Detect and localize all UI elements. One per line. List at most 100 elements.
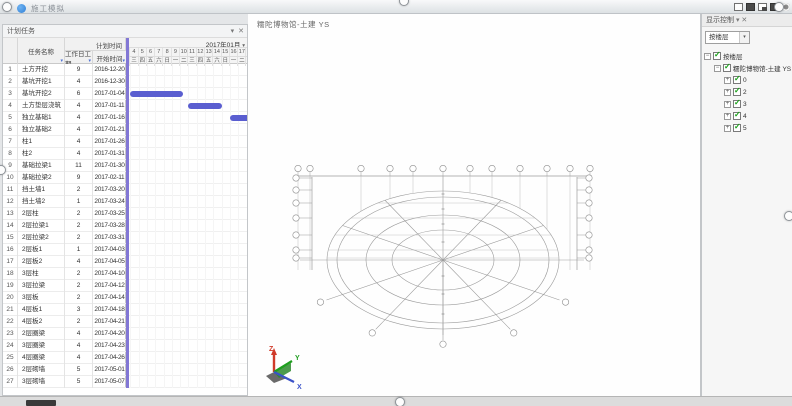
task-row[interactable]: 8柱242017-01-31	[3, 148, 126, 160]
task-start-cell: 2017-03-28	[93, 220, 126, 232]
tree-item-糯陀博物馆-土建 YS[interactable]: −✓糯陀博物馆-土建 YS	[704, 62, 791, 74]
chevron-down-icon[interactable]: ▾	[739, 32, 749, 43]
gantt-row	[126, 184, 247, 196]
task-start-cell: 2017-01-11	[93, 100, 126, 112]
app-logo-icon	[17, 4, 26, 13]
task-row[interactable]: 254层圈梁42017-04-26	[3, 352, 126, 364]
panel-close-icon[interactable]: ✕	[741, 17, 747, 24]
gantt-bar[interactable]	[230, 115, 247, 121]
gantt-row	[126, 304, 247, 316]
task-name-cell: 2层柱	[18, 208, 65, 220]
task-row[interactable]: 273层砌墙52017-05-07	[3, 376, 126, 388]
tree-item-4[interactable]: +✓4	[704, 110, 791, 122]
capture-handle[interactable]	[2, 2, 12, 12]
task-row[interactable]: 224层板222017-04-21	[3, 316, 126, 328]
panel-menu-icon[interactable]: ▾	[736, 17, 740, 24]
task-name-cell: 基础拉梁2	[18, 172, 65, 184]
task-row[interactable]: 183层柱22017-04-10	[3, 268, 126, 280]
task-table-body: 1土方开挖92016-12-202基坑开挖142016-12-303基坑开挖26…	[3, 64, 126, 388]
capture-handle[interactable]	[395, 397, 405, 406]
task-row[interactable]: 2基坑开挖142016-12-30	[3, 76, 126, 88]
gantt-gridline	[230, 64, 231, 388]
gantt-gridline	[197, 64, 198, 388]
gantt-row	[126, 112, 247, 124]
task-start-cell: 2017-04-14	[93, 292, 126, 304]
duration-header[interactable]: 工作日工期 ▾	[65, 51, 93, 64]
task-row[interactable]: 142层拉梁122017-03-28	[3, 220, 126, 232]
task-row[interactable]: 4土方垫层浇筑42017-01-11	[3, 100, 126, 112]
expand-icon[interactable]: +	[724, 77, 731, 84]
task-name-header[interactable]: 任务名称 ▾	[18, 38, 65, 64]
gantt-bar[interactable]	[188, 103, 221, 109]
expand-icon[interactable]: +	[724, 113, 731, 120]
capture-handle[interactable]	[784, 211, 792, 221]
schedule-panel: 计划任务 ▾ ✕ 任务名称 ▾ 计划时间 工作日工期 ▾	[2, 24, 248, 396]
tree-item-5[interactable]: +✓5	[704, 122, 791, 134]
task-row[interactable]: 9基础拉梁1112017-01-30	[3, 160, 126, 172]
task-duration-cell: 11	[65, 160, 93, 172]
task-row[interactable]: 203层板22017-04-14	[3, 292, 126, 304]
expand-icon[interactable]: +	[724, 89, 731, 96]
svg-text:Y: Y	[295, 355, 300, 362]
panel-close-icon[interactable]: ✕	[238, 28, 244, 36]
gantt-row	[126, 232, 247, 244]
tree-item-0[interactable]: +✓0	[704, 74, 791, 86]
collapse-icon[interactable]: −	[714, 65, 721, 72]
gantt-gridline	[222, 64, 223, 388]
task-row[interactable]: 11挡土墙122017-03-20	[3, 184, 126, 196]
task-start-cell: 2017-04-05	[93, 256, 126, 268]
gantt-row	[126, 136, 247, 148]
floor-checkbox[interactable]: ✓	[733, 76, 741, 84]
window-title: 施工模拟	[31, 3, 65, 14]
model-viewport[interactable]: 糯陀博物馆-土建 YS ZYX	[248, 14, 701, 396]
task-row[interactable]: 243层圈梁42017-04-23	[3, 340, 126, 352]
task-row[interactable]: 193层拉梁22017-04-12	[3, 280, 126, 292]
panel-menu-icon[interactable]: ▾	[231, 28, 235, 36]
task-row[interactable]: 152层拉梁222017-03-31	[3, 232, 126, 244]
save-view-icon[interactable]	[746, 3, 755, 11]
expand-icon[interactable]: +	[724, 125, 731, 132]
task-row[interactable]: 5独立基础142017-01-16	[3, 112, 126, 124]
task-row[interactable]: 172层板242017-04-05	[3, 256, 126, 268]
floor-checkbox[interactable]: ✓	[733, 112, 741, 120]
collapse-icon[interactable]: −	[704, 53, 711, 60]
task-row[interactable]: 132层柱22017-03-25	[3, 208, 126, 220]
start-date-header[interactable]: 开始时间 ▾	[93, 51, 126, 64]
floor-checkbox[interactable]: ✓	[733, 124, 741, 132]
gantt-row	[126, 364, 247, 376]
task-row[interactable]: 3基坑开挖262017-01-04	[3, 88, 126, 100]
row-number-header	[3, 38, 18, 64]
task-name-cell: 4层板2	[18, 316, 65, 328]
cascade-view-icon[interactable]	[758, 3, 767, 11]
new-view-icon[interactable]	[734, 3, 743, 11]
tree-item-2[interactable]: +✓2	[704, 86, 791, 98]
tree-item-3[interactable]: +✓3	[704, 98, 791, 110]
expand-icon[interactable]: +	[724, 101, 731, 108]
taskbar-button[interactable]	[26, 400, 56, 406]
task-row[interactable]: 1土方开挖92016-12-20	[3, 64, 126, 76]
task-start-cell: 2017-05-01	[93, 364, 126, 376]
task-row[interactable]: 162层板112017-04-03	[3, 244, 126, 256]
task-duration-cell: 4	[65, 100, 93, 112]
task-row[interactable]: 6独立基础242017-01-21	[3, 124, 126, 136]
task-start-cell: 2017-04-26	[93, 352, 126, 364]
task-duration-cell: 2	[65, 208, 93, 220]
task-row[interactable]: 262层砌墙52017-05-01	[3, 364, 126, 376]
schedule-panel-title: 计划任务	[7, 28, 35, 35]
task-name-cell: 3层砌墙	[18, 376, 65, 388]
gantt-gridline	[130, 64, 131, 388]
floor-checkbox[interactable]: ✓	[733, 100, 741, 108]
task-row[interactable]: 232层圈梁42017-04-20	[3, 328, 126, 340]
capture-handle[interactable]	[774, 2, 784, 12]
task-row[interactable]: 214层板132017-04-18	[3, 304, 126, 316]
task-row-number: 13	[3, 208, 18, 220]
tree-item-按楼层[interactable]: −✓按楼层	[704, 50, 791, 62]
floor-checkbox[interactable]: ✓	[713, 52, 721, 60]
floor-checkbox[interactable]: ✓	[733, 88, 741, 96]
gantt-bar[interactable]	[130, 91, 182, 97]
task-row[interactable]: 10基础拉梁292017-02-11	[3, 172, 126, 184]
task-row[interactable]: 7柱142017-01-26	[3, 136, 126, 148]
group-by-dropdown[interactable]: 按楼层 ▾	[705, 31, 750, 44]
floor-checkbox[interactable]: ✓	[723, 64, 731, 72]
task-row[interactable]: 12挡土墙212017-03-24	[3, 196, 126, 208]
